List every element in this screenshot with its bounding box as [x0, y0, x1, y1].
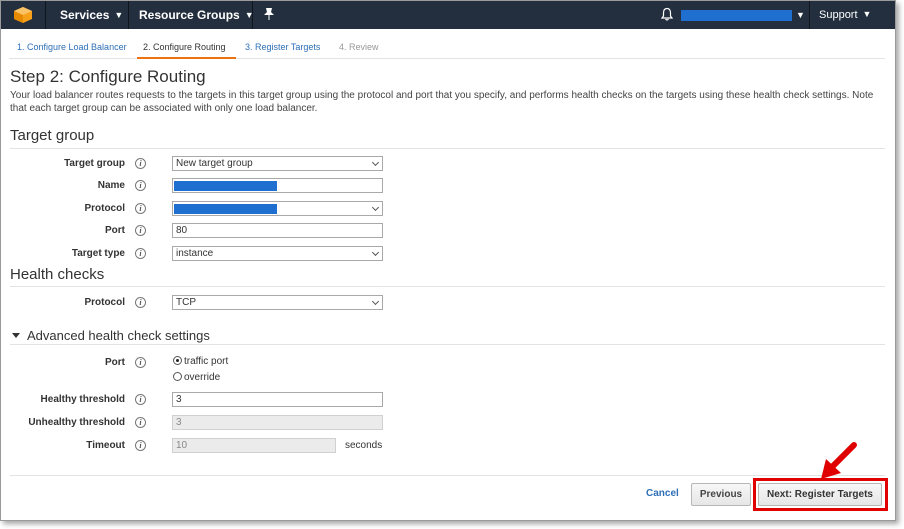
healthy-threshold-input[interactable]: 3 [172, 392, 383, 407]
resource-groups-menu[interactable]: Resource Groups ▼ [139, 8, 254, 22]
port-label: Port [105, 225, 125, 236]
name-label: Name [97, 180, 125, 191]
health-protocol-select[interactable]: TCP [172, 295, 383, 310]
chevron-down-icon[interactable]: ▼ [796, 10, 805, 20]
timeout-unit: seconds [345, 440, 383, 451]
protocol-select[interactable] [172, 201, 383, 216]
unhealthy-threshold-input[interactable]: 3 [172, 415, 383, 430]
support-menu[interactable]: Support ▼ [819, 9, 871, 21]
top-nav-bar: Services ▼ Resource Groups ▼ ▼ Support ▼ [1, 1, 895, 29]
bell-icon[interactable] [661, 7, 673, 21]
info-icon[interactable]: i [135, 357, 146, 368]
radio-selected-icon [173, 356, 182, 365]
nav-divider [809, 1, 810, 29]
tab-review: 4. Review [339, 42, 379, 52]
page-description: Your load balancer routes requests to th… [10, 90, 874, 114]
nav-divider [45, 1, 46, 29]
previous-button[interactable]: Previous [691, 483, 751, 506]
advanced-settings-toggle[interactable]: Advanced health check settings [12, 328, 210, 343]
info-icon[interactable]: i [135, 180, 146, 191]
redacted-value [174, 204, 277, 214]
annotation-arrow-icon [821, 442, 857, 479]
redacted-value [174, 181, 277, 191]
resource-groups-label: Resource Groups [139, 8, 240, 22]
annotation-highlight-box [753, 478, 888, 511]
info-icon[interactable]: i [135, 225, 146, 236]
wizard-steps: 1. Configure Load Balancer 2. Configure … [9, 39, 885, 59]
info-icon[interactable]: i [135, 440, 146, 451]
services-label: Services [60, 8, 110, 22]
triangle-down-icon [12, 333, 20, 338]
advanced-settings-label: Advanced health check settings [27, 328, 210, 343]
account-menu-redacted[interactable] [681, 10, 792, 21]
radio-override[interactable]: override [173, 372, 220, 383]
chevron-down-icon: ▼ [114, 10, 124, 20]
target-type-select[interactable]: instance [172, 246, 383, 261]
health-protocol-label: Protocol [84, 297, 125, 308]
info-icon[interactable]: i [135, 203, 146, 214]
radio-traffic-port-label: traffic port [184, 356, 229, 367]
console-window: Services ▼ Resource Groups ▼ ▼ Support ▼ 1.… [0, 0, 896, 521]
port-input[interactable]: 80 [172, 223, 383, 238]
tab-configure-load-balancer[interactable]: 1. Configure Load Balancer [17, 39, 127, 59]
section-divider [10, 148, 885, 149]
radio-unselected-icon [173, 372, 182, 381]
name-input[interactable] [172, 178, 383, 193]
section-divider [10, 344, 885, 345]
pin-icon[interactable] [263, 7, 275, 21]
health-checks-heading: Health checks [10, 266, 105, 283]
unhealthy-threshold-label: Unhealthy threshold [28, 417, 125, 428]
services-menu[interactable]: Services ▼ [60, 8, 123, 22]
info-icon[interactable]: i [135, 394, 146, 405]
target-group-select[interactable]: New target group [172, 156, 383, 171]
timeout-label: Timeout [86, 440, 125, 451]
info-icon[interactable]: i [135, 297, 146, 308]
info-icon[interactable]: i [135, 158, 146, 169]
info-icon[interactable]: i [135, 248, 146, 259]
tab-register-targets[interactable]: 3. Register Targets [245, 39, 320, 59]
radio-traffic-port[interactable]: traffic port [173, 356, 228, 367]
target-group-label: Target group [64, 158, 125, 169]
tab-configure-routing[interactable]: 2. Configure Routing [137, 39, 236, 59]
chevron-down-icon: ▼ [862, 9, 872, 19]
aws-logo-icon[interactable] [13, 6, 33, 24]
target-type-label: Target type [71, 248, 125, 259]
nav-divider [128, 1, 129, 29]
radio-override-label: override [184, 372, 221, 383]
healthy-threshold-label: Healthy threshold [40, 394, 125, 405]
section-divider [10, 286, 885, 287]
page-title: Step 2: Configure Routing [10, 67, 206, 86]
nav-divider [252, 1, 253, 29]
timeout-input[interactable]: 10 [172, 438, 336, 453]
support-label: Support [819, 9, 858, 21]
target-group-heading: Target group [10, 127, 95, 144]
advanced-port-label: Port [105, 357, 125, 368]
cancel-button[interactable]: Cancel [646, 488, 679, 499]
info-icon[interactable]: i [135, 417, 146, 428]
footer-divider [10, 475, 885, 476]
protocol-label: Protocol [84, 203, 125, 214]
